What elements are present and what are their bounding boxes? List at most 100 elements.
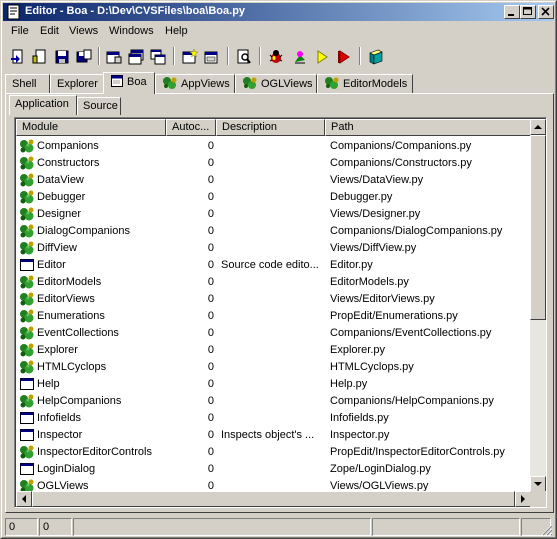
table-row[interactable]: Companions 0 Companions/Companions.py (16, 138, 531, 155)
module-icon (20, 360, 34, 374)
maximize-button[interactable] (520, 5, 536, 19)
tab-label: OGLViews (261, 78, 313, 90)
path-cell: Companions/DialogCompanions.py (330, 225, 503, 237)
description-cell (221, 461, 325, 478)
module-icon (20, 326, 34, 340)
windows-button[interactable] (147, 46, 169, 68)
table-row[interactable]: Inspector 0 Inspects object's ... Inspector… (16, 427, 531, 444)
table-row[interactable]: DialogCompanions 0 Companions/DialogCompan… (16, 223, 531, 240)
autocreate-cell: 0 (207, 140, 214, 152)
add-module-button[interactable] (179, 46, 201, 68)
close-icon (541, 7, 550, 16)
table-row[interactable]: DataView 0 Views/DataView.py (16, 172, 531, 189)
module-name: EditorViews (37, 293, 95, 305)
toolbar-separator (227, 47, 229, 65)
description-cell (221, 376, 325, 393)
tab-appviews[interactable]: AppViews (155, 74, 235, 94)
table-row[interactable]: EventCollections 0 Companions/EventCollect… (16, 325, 531, 342)
description-cell (221, 393, 325, 410)
autocreate-cell: 0 (207, 429, 214, 441)
table-row[interactable]: Constructors 0 Companions/Constructors.py (16, 155, 531, 172)
scroll-left-button[interactable] (16, 491, 32, 507)
status-line: 0 (5, 518, 38, 536)
list-rows: Companions 0 Companions/Companions.py Const… (16, 138, 531, 507)
column-header-description[interactable]: Description (216, 119, 325, 136)
horizontal-scrollbar[interactable] (16, 491, 531, 507)
resize-grip-icon[interactable] (541, 524, 553, 536)
scroll-down-button[interactable] (530, 476, 546, 492)
column-header-path[interactable]: Path (325, 119, 531, 136)
path-cell: Companions/HelpCompanions.py (330, 395, 494, 407)
table-row[interactable]: LoginDialog 0 Zope/LoginDialog.py (16, 461, 531, 478)
table-row[interactable]: HelpCompanions 0 Companions/HelpCompanions… (16, 393, 531, 410)
module-name: Explorer (37, 344, 78, 356)
table-row[interactable]: Debugger 0 Debugger.py (16, 189, 531, 206)
tab-editormodels[interactable]: EditorModels (317, 74, 413, 94)
column-header-module[interactable]: Module (16, 119, 166, 136)
table-row[interactable]: Editor 0 Source code edito... Editor.py (16, 257, 531, 274)
tab-explorer[interactable]: Explorer (50, 74, 104, 94)
scroll-right-button[interactable] (515, 491, 531, 507)
frame-icon (20, 463, 34, 475)
path-cell: Companions/Companions.py (330, 140, 472, 152)
description-cell: Inspects object's ... (221, 429, 315, 441)
debugger-button[interactable] (265, 46, 287, 68)
toolbar-separator (173, 47, 175, 65)
module-icon (20, 156, 34, 170)
menu-views[interactable]: Views (69, 25, 98, 37)
table-row[interactable]: Explorer 0 Explorer.py (16, 342, 531, 359)
title-bar[interactable]: Editor - Boa - D:\Dev\CVSFiles\boa\Boa.p… (3, 3, 554, 21)
menu-file[interactable]: File (11, 25, 29, 37)
table-row[interactable]: HTMLCyclops 0 HTMLCyclops.py (16, 359, 531, 376)
save-button[interactable] (51, 46, 73, 68)
scroll-thumb[interactable] (530, 135, 546, 320)
table-row[interactable]: InspectorEditorControls 0 PropEdit/Inspect… (16, 444, 531, 461)
vertical-scrollbar[interactable] (530, 119, 546, 492)
autocreate-cell: 0 (207, 191, 214, 203)
column-header-autocreate[interactable]: Autoc... (166, 119, 216, 136)
module-cell: Inspector (19, 427, 167, 444)
tab-shell[interactable]: Shell (5, 74, 50, 94)
run-button[interactable] (311, 46, 333, 68)
module-cell: DataView (19, 172, 167, 189)
hscroll-thumb[interactable] (32, 491, 515, 507)
scroll-up-button[interactable] (530, 119, 546, 135)
module-cell: Constructors (19, 155, 167, 172)
menu-edit[interactable]: Edit (40, 25, 59, 37)
close-all-button[interactable] (125, 46, 147, 68)
close-button[interactable] (538, 5, 554, 19)
stop-button[interactable] (333, 46, 355, 68)
module-icon (20, 139, 34, 153)
tab-source[interactable]: Source (77, 97, 121, 115)
table-row[interactable]: EditorViews 0 Views/EditorViews.py (16, 291, 531, 308)
table-row[interactable]: Designer 0 Views/Designer.py (16, 206, 531, 223)
menu-windows[interactable]: Windows (109, 25, 154, 37)
open-file-button[interactable] (7, 46, 29, 68)
tab-oglviews[interactable]: OGLViews (235, 74, 317, 94)
inspector-button[interactable] (233, 46, 255, 68)
table-row[interactable]: Enumerations 0 PropEdit/Enumerations.py (16, 308, 531, 325)
arrow-up-icon (534, 125, 542, 129)
table-row[interactable]: Infofields 0 Infofields.py (16, 410, 531, 427)
close-file-button[interactable] (103, 46, 125, 68)
module-icon (163, 77, 177, 90)
tab-boa[interactable]: Boa (103, 72, 155, 94)
close-all-icon (128, 49, 144, 65)
autocreate-cell: 0 (207, 208, 214, 220)
table-row[interactable]: EditorModels 0 EditorModels.py (16, 274, 531, 291)
table-row[interactable]: DiffView 0 Views/DiffView.py (16, 240, 531, 257)
description-cell (221, 189, 325, 206)
help-button[interactable] (365, 46, 387, 68)
step-button[interactable] (289, 46, 311, 68)
menu-help[interactable]: Help (165, 25, 188, 37)
autocreate-cell: 0 (207, 174, 214, 186)
open-folder-button[interactable] (29, 46, 51, 68)
save-as-button[interactable] (73, 46, 95, 68)
minimize-button[interactable] (504, 5, 520, 19)
autocreate-cell: 0 (207, 276, 214, 288)
windows-icon (150, 49, 166, 65)
add-frame-button[interactable] (201, 46, 223, 68)
table-row[interactable]: Help 0 Help.py (16, 376, 531, 393)
path-cell: Companions/Constructors.py (330, 157, 472, 169)
tab-application[interactable]: Application (9, 95, 77, 115)
